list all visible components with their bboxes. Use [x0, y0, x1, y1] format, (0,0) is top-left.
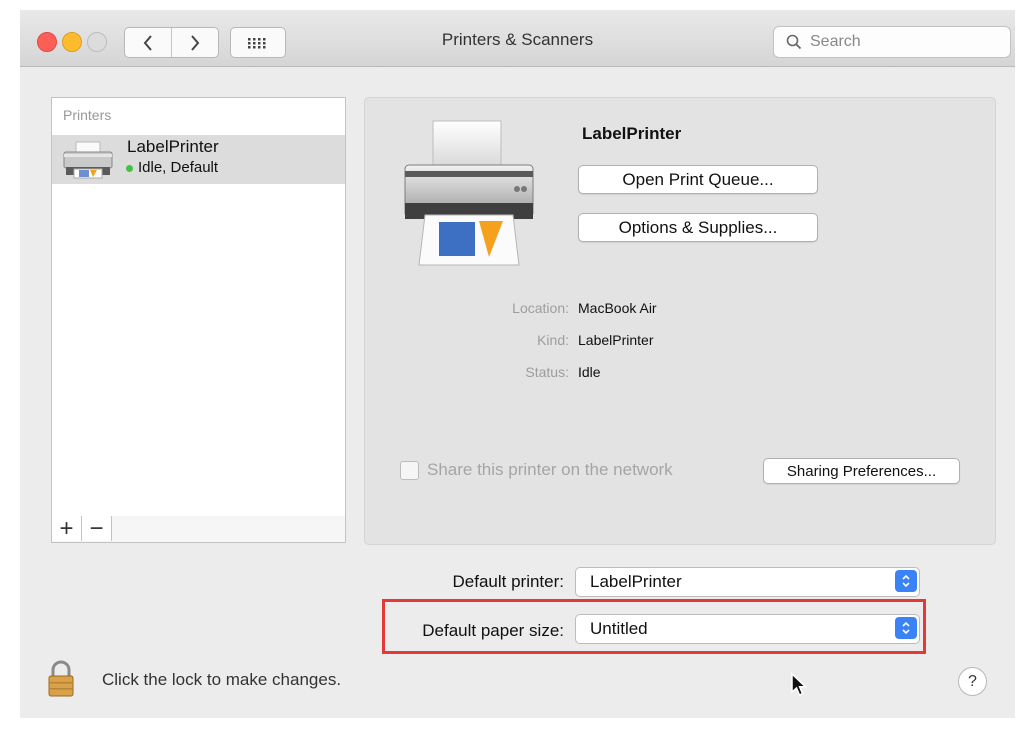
help-button[interactable]: ?: [958, 667, 987, 696]
printer-icon: [404, 120, 534, 266]
open-print-queue-button[interactable]: Open Print Queue...: [578, 165, 818, 194]
printer-name: LabelPrinter: [582, 124, 682, 143]
default-printer-label: Default printer:: [452, 572, 565, 591]
lock-icon[interactable]: [47, 660, 75, 698]
search-input[interactable]: [808, 32, 992, 52]
kind-value: LabelPrinter: [578, 332, 654, 348]
lock-label: Click the lock to make changes.: [102, 670, 342, 689]
printer-list-item[interactable]: LabelPrinter Idle, Default: [52, 135, 345, 184]
options-supplies-button[interactable]: Options & Supplies...: [578, 213, 818, 242]
status-label: Status:: [525, 364, 569, 380]
search-field[interactable]: [773, 26, 1011, 58]
printer-icon: [63, 141, 113, 179]
default-printer-value: LabelPrinter: [590, 572, 682, 591]
status-value: Idle: [578, 364, 601, 380]
status-indicator: [126, 165, 133, 172]
remove-printer-button[interactable]: −: [82, 516, 112, 541]
share-printer-label: Share this printer on the network: [427, 460, 673, 479]
share-printer-checkbox[interactable]: [400, 461, 419, 480]
printer-detail-panel: LabelPrinter Open Print Queue... Options…: [364, 97, 996, 545]
search-icon: [786, 34, 802, 50]
preferences-window: Printers & Scanners Printers LabelPrinte…: [20, 10, 1015, 718]
printer-item-name: LabelPrinter: [127, 137, 219, 156]
printer-item-status: Idle, Default: [138, 159, 219, 176]
location-label: Location:: [512, 300, 569, 316]
cursor-icon: [791, 672, 808, 697]
printers-list[interactable]: Printers LabelPrinter Idle, Default: [51, 97, 346, 518]
select-arrows-icon: [895, 570, 917, 592]
add-printer-button[interactable]: +: [52, 516, 82, 541]
list-toolbar: + −: [51, 516, 346, 543]
kind-label: Kind:: [537, 332, 569, 348]
printers-list-header: Printers: [63, 107, 112, 123]
location-value: MacBook Air: [578, 300, 657, 316]
sharing-preferences-button[interactable]: Sharing Preferences...: [763, 458, 960, 484]
title-bar: Printers & Scanners: [20, 10, 1015, 67]
default-printer-select[interactable]: LabelPrinter: [575, 567, 920, 597]
highlight-box: [382, 599, 926, 654]
